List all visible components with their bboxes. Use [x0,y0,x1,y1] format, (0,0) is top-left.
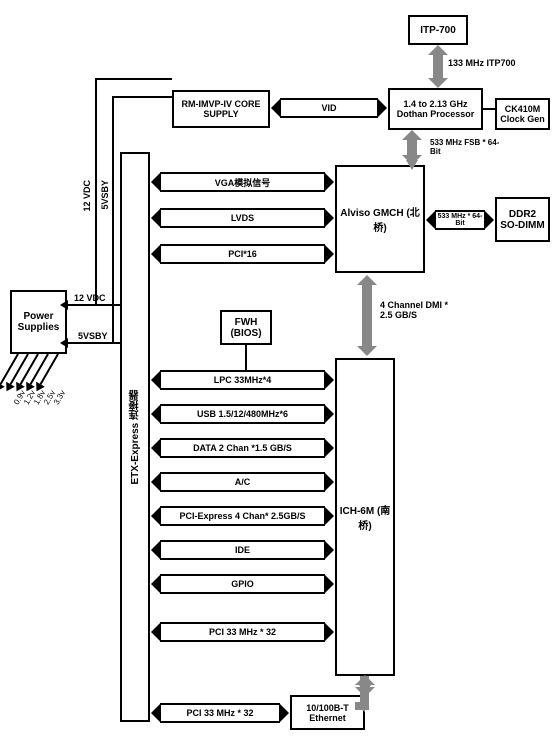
rm-imvp-block: RM-IMVP-IV CORE SUPPLY [172,90,270,128]
etx-top-stub [133,152,135,154]
ich6m-block: ICH-6M (南桥) [335,358,395,676]
ethernet-block: 10/100B-T Ethernet [290,695,365,730]
itp-link-arrow [433,55,443,78]
ck410m-block: CK410M Clock Gen [495,98,550,130]
etx-12vdc-h2 [95,304,122,306]
fsb-label: 533 MHz FSB * 64-Bit [430,138,500,156]
data2-bus: DATA 2 Chan *1.5 GB/S [160,438,325,458]
fsb-connector [400,130,440,170]
ac-bus: A/C [160,472,325,492]
pci33b-bus: PCI 33 MHz * 32 [160,703,280,723]
etx-12vdc-h1 [95,78,172,80]
pwr-5vsby-arrow [60,338,68,348]
itp700-block: ITP-700 [408,15,468,45]
etx-12vdc-v [95,78,97,306]
pwr-5vsby-label: 5VSBY [78,331,108,341]
vga-bus: VGA模拟信号 [160,172,325,192]
ddr2-block: DDR2 SO-DIMM [495,197,550,242]
pwr-out-2 [20,354,39,385]
dmi-arrow [362,285,372,346]
etx-express-block: ETX-Express 连接器 [120,152,150,722]
pci16-bus: PCI*16 [160,244,325,264]
lpc-bus: LPC 33MHz*4 [160,370,325,390]
dmi-label: 4 Channel DMI * 2.5 GB/S [380,300,460,320]
pwr-out-0 [0,354,19,385]
itp-link-label: 133 MHz ITP700 [448,58,516,68]
etx-5vsby-v [112,96,114,344]
etx-5vsby-label: 5VSBY [100,180,110,210]
pwr-out-3 [30,354,49,385]
ide-bus: IDE [160,540,325,560]
usb-bus: USB 1.5/12/480MHz*6 [160,404,325,424]
pci33a-bus: PCI 33 MHz * 32 [160,622,325,642]
eth-ich-connector [355,676,385,716]
ck-dothan-line [483,108,495,110]
gmch-block: Alviso GMCH (北桥) [335,165,425,273]
power-supplies-block: Power Supplies [10,290,67,354]
vid-bus: VID [280,98,378,118]
fwh-bios-block: FWH (BIOS) [220,310,272,345]
etx-5vsby-h1 [112,96,172,98]
ddr-bus: 533 MHz * 64-Bit [435,210,485,230]
pcie4-bus: PCI-Express 4 Chan* 2.5GB/S [160,506,325,526]
pwr-out-4 [40,354,59,385]
etx-5vsby-h2 [112,342,122,344]
dothan-block: 1.4 to 2.13 GHz Dothan Processor [388,88,483,130]
pwr-out-1 [10,354,29,385]
etx-label: ETX-Express 连接器 [128,390,143,484]
fwh-lpc-line [245,345,247,370]
etx-12vdc-label: 12 VDC [82,180,92,212]
gpio-bus: GPIO [160,574,325,594]
pwr-12vdc-label: 12 VDC [74,293,106,303]
lvds-bus: LVDS [160,208,325,228]
pwr-12vdc-arrow [60,300,68,310]
